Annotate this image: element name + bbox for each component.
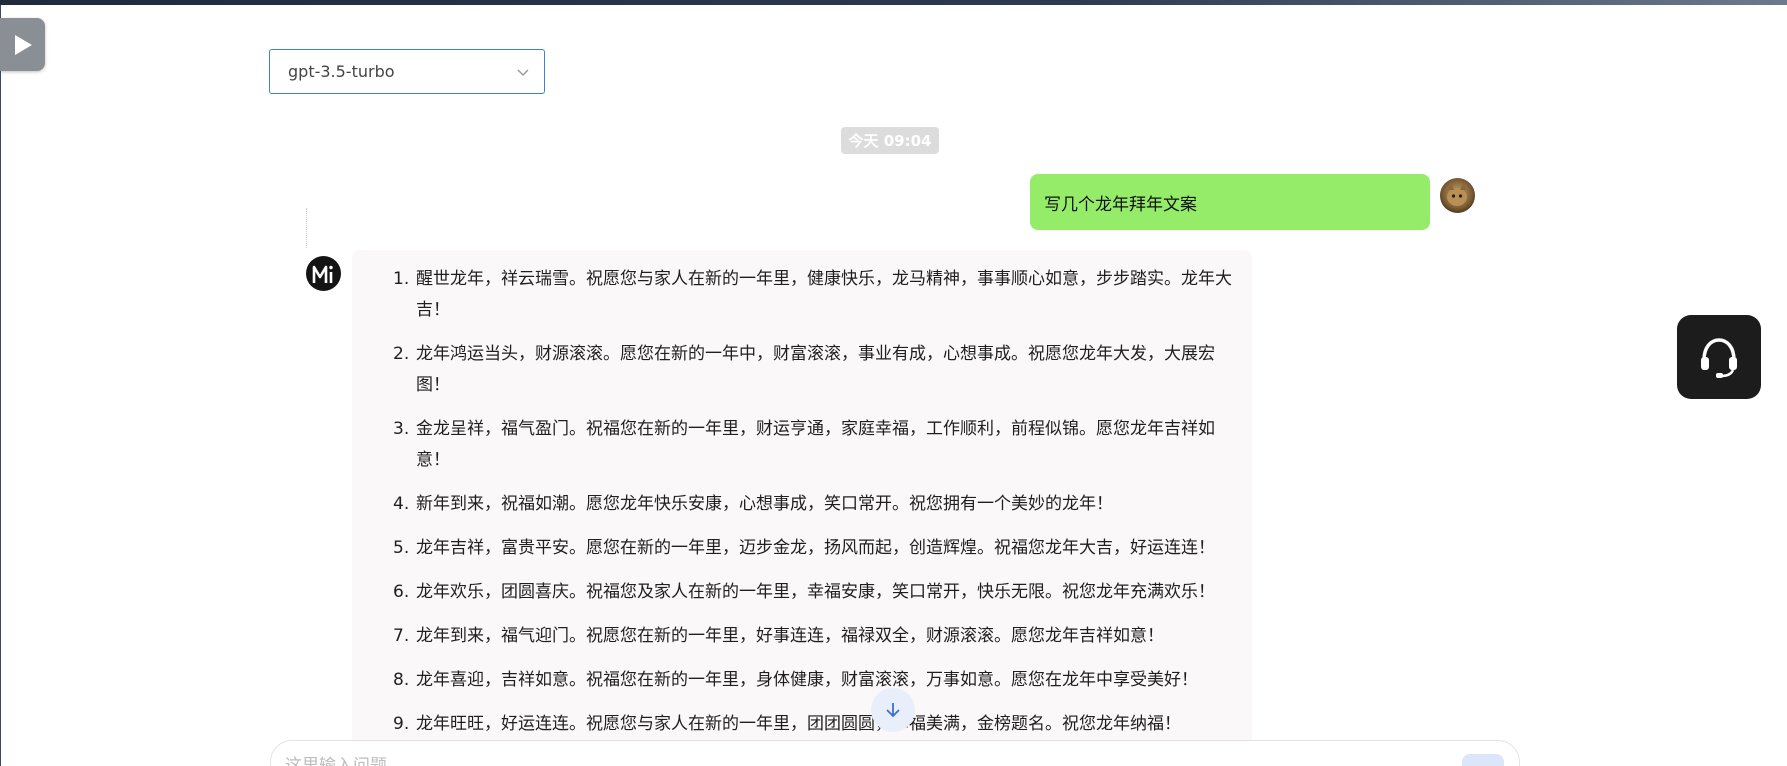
answer-item-text: 新年到来，祝福如潮。愿您龙年快乐安康，心想事成，笑口常开。祝您拥有一个美妙的龙年… [416,494,1113,514]
sidebar-toggle-button[interactable] [0,18,45,71]
left-edge-border [0,5,1,766]
answer-item-text: 龙年吉祥，富贵平安。愿您在新的一年里，迈步金龙，扬风而起，创造辉煌。祝福您龙年大… [416,538,1215,558]
answer-item-number: 6. [393,582,410,602]
answer-item-text: 龙年到来，福气迎门。祝愿您在新的一年里，好事连连，福禄双全，财源滚滚。愿您龙年吉… [416,626,1164,646]
mi-logo-icon [312,265,333,283]
answer-list-item: 1. 醒世龙年，祥云瑞雪。祝愿您与家人在新的一年里，健康快乐，龙马精神，事事顺心如… [366,264,1238,326]
answer-item-text: 龙年喜迎，吉祥如意。祝福您在新的一年里，身体健康，财富滚滚，万事如意。愿您在龙年… [416,670,1198,690]
assistant-answer-list: 1. 醒世龙年，祥云瑞雪。祝愿您与家人在新的一年里，健康快乐，龙马精神，事事顺心如… [366,264,1238,740]
scroll-to-bottom-button[interactable] [871,688,915,732]
user-message-text: 写几个龙年拜年文案 [1044,194,1197,215]
model-select[interactable]: gpt-3.5-turbo [269,49,545,94]
answer-item-number: 8. [393,670,410,690]
answer-list-item: 2. 龙年鸿运当头，财源滚滚。愿您在新的一年中，财富滚滚，事业有成，心想事成。祝愿… [366,339,1238,401]
answer-item-number: 9. [393,714,410,734]
headset-icon [1701,338,1737,378]
arrow-down-icon [886,703,900,718]
answer-item-text: 龙年旺旺，好运连连。祝愿您与家人在新的一年里，团团圆圆，幸福美满，金榜题名。祝您… [416,714,1181,734]
customer-support-button[interactable] [1677,315,1761,399]
send-button[interactable] [1462,754,1504,766]
assistant-message-bubble: 1. 醒世龙年，祥云瑞雪。祝愿您与家人在新的一年里，健康快乐，龙马精神，事事顺心如… [352,250,1252,766]
answer-item-number: 2. [393,344,410,364]
answer-item-text: 醒世龙年，祥云瑞雪。祝愿您与家人在新的一年里，健康快乐，龙马精神，事事顺心如意，… [416,269,1232,320]
answer-item-text: 龙年欢乐，团圆喜庆。祝福您及家人在新的一年里，幸福安康，笑口常开，快乐无限。祝您… [416,582,1215,602]
message-timestamp: 今天 09:04 [841,127,939,154]
top-gradient-bar [0,0,1787,5]
answer-item-number: 3. [393,419,410,439]
cat-photo-avatar [1440,178,1475,213]
answer-item-number: 1. [393,269,410,289]
answer-list-item: 3. 金龙呈祥，福气盈门。祝福您在新的一年里，财运亨通，家庭幸福，工作顺利，前程似… [366,414,1238,476]
question-input[interactable]: 这里输入问题 [270,740,1520,766]
answer-list-item: 9. 龙年旺旺，好运连连。祝愿您与家人在新的一年里，团团圆圆，幸福美满，金榜题名。… [366,709,1238,740]
answer-list-item: 7. 龙年到来，福气迎门。祝愿您在新的一年里，好事连连，福禄双全，财源滚滚。愿您龙… [366,621,1238,652]
answer-list-item: 5. 龙年吉祥，富贵平安。愿您在新的一年里，迈步金龙，扬风而起，创造辉煌。祝福您龙… [366,533,1238,564]
chevron-down-icon [517,69,529,77]
answer-list-item: 8. 龙年喜迎，吉祥如意。祝福您在新的一年里，身体健康，财富滚滚，万事如意。愿您在… [366,665,1238,696]
answer-item-number: 7. [393,626,410,646]
model-select-value: gpt-3.5-turbo [288,62,395,81]
answer-item-text: 金龙呈祥，福气盈门。祝福您在新的一年里，财运亨通，家庭幸福，工作顺利，前程似锦。… [416,419,1215,470]
answer-list-item: 6. 龙年欢乐，团圆喜庆。祝福您及家人在新的一年里，幸福安康，笑口常开，快乐无限。… [366,577,1238,608]
user-message-bubble: 写几个龙年拜年文案 [1030,174,1430,230]
question-input-placeholder: 这里输入问题 [285,756,387,766]
play-triangle-icon [14,34,32,55]
answer-item-number: 5. [393,538,410,558]
assistant-avatar [306,256,341,291]
thread-connector [306,208,307,248]
answer-list-item: 4. 新年到来，祝福如潮。愿您龙年快乐安康，心想事成，笑口常开。祝您拥有一个美妙的… [366,489,1238,520]
answer-item-text: 龙年鸿运当头，财源滚滚。愿您在新的一年中，财富滚滚，事业有成，心想事成。祝愿您龙… [416,344,1215,395]
user-avatar[interactable] [1440,178,1475,213]
answer-item-number: 4. [393,494,410,514]
